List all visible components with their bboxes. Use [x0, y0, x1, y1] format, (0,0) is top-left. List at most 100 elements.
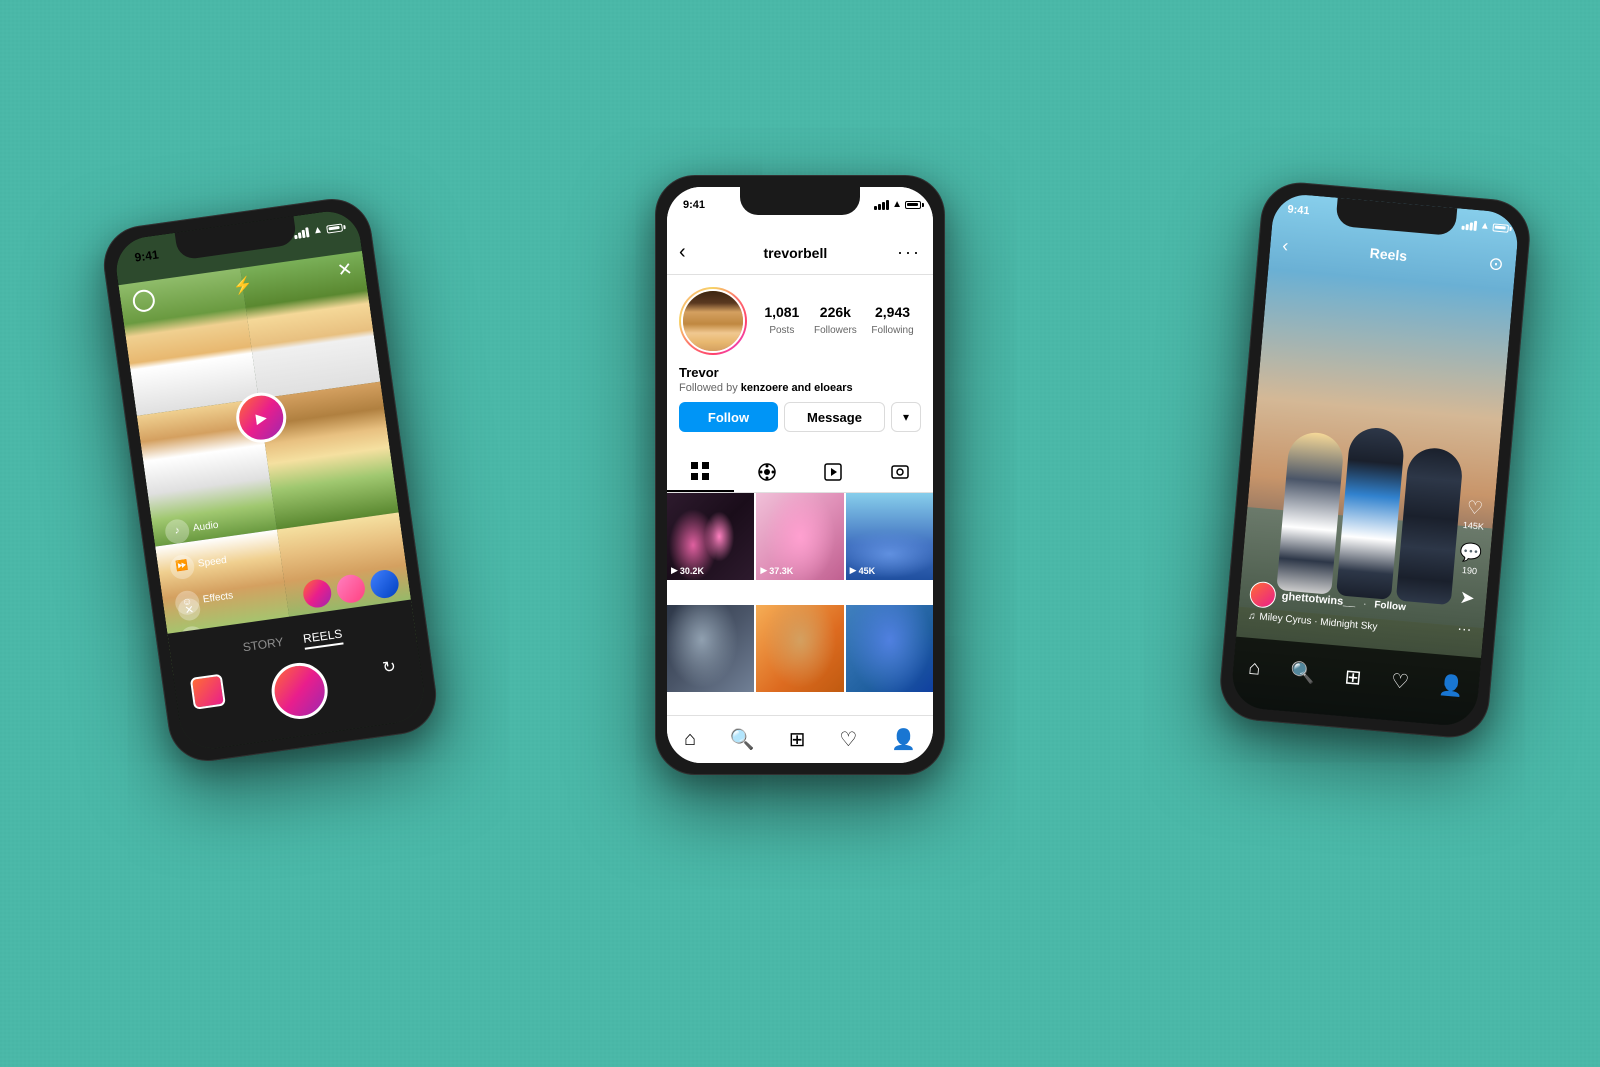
bottom-nav-center: ⌂ 🔍 ⊞ ♡ 👤	[667, 715, 933, 763]
battery-icon-right	[1492, 223, 1509, 232]
stat-following: 2,943 Following	[871, 304, 913, 338]
phone-left: 9:41 ▲	[99, 194, 442, 766]
phone-center-screen: 9:41 ▲	[667, 187, 933, 763]
speed-label: Speed	[197, 555, 227, 570]
search-ring	[131, 288, 156, 313]
grid-item-6[interactable]	[846, 605, 933, 692]
status-icons-center: ▲	[874, 199, 921, 210]
camera-screen: 9:41 ▲	[112, 207, 427, 752]
follow-button[interactable]: Follow	[679, 402, 778, 432]
time-center: 9:41	[683, 199, 705, 211]
nav-home-icon[interactable]: ⌂	[1247, 656, 1261, 680]
tab-reels[interactable]: REELS	[302, 627, 343, 650]
nav-add-icon[interactable]: ⊞	[1344, 664, 1363, 690]
music-note-icon: ♫	[1247, 611, 1255, 623]
phone-center: 9:41 ▲	[655, 175, 945, 775]
battery-icon-center	[905, 201, 921, 209]
following-count: 2,943	[871, 304, 913, 320]
wifi-icon-right: ▲	[1479, 220, 1490, 232]
profile-actions: Follow Message ▾	[679, 402, 921, 432]
grid-item-3[interactable]: ▶ 45K	[846, 493, 933, 580]
like-button[interactable]: ♡ 145K	[1463, 497, 1487, 532]
display-name: Trevor	[679, 365, 921, 380]
flash-icon: ⚡	[231, 275, 254, 298]
profile-grid: ▶ 30.2K ▶ 37.3K ▶ 45K	[667, 493, 933, 715]
dancer-2	[1336, 426, 1406, 600]
gallery-button[interactable]	[190, 674, 226, 710]
camera-cell-2	[240, 251, 380, 399]
grid-item-5[interactable]	[756, 605, 843, 692]
signal-icon-center	[874, 200, 889, 210]
status-icons-right: ▲	[1461, 219, 1509, 234]
more-icon: ···	[1457, 620, 1472, 637]
dancer-3	[1395, 446, 1463, 605]
time-right: 9:41	[1287, 203, 1310, 217]
nav-home-button[interactable]: ⌂	[684, 728, 696, 751]
flip-camera-icon[interactable]: ↻	[372, 650, 406, 684]
tab-reels[interactable]	[734, 452, 801, 492]
nav-heart-icon[interactable]: ♡	[1390, 668, 1410, 694]
play-icon-3: ▶	[850, 565, 857, 576]
close-icon-left[interactable]: ✕	[336, 259, 354, 282]
dropdown-button[interactable]: ▾	[891, 402, 921, 432]
tab-tagged[interactable]	[800, 452, 867, 492]
stat-followers: 226k Followers	[814, 304, 857, 338]
signal-icon-right	[1462, 219, 1478, 230]
profile-username: trevorbell	[694, 245, 897, 261]
profile-tabs	[667, 452, 933, 493]
audio-icon: ♪	[164, 518, 191, 545]
play-icon-1: ▶	[671, 565, 678, 576]
shutter-button[interactable]	[268, 659, 331, 722]
grid-icon	[691, 462, 709, 480]
profile-screen: 9:41 ▲	[667, 187, 933, 763]
nav-search-icon[interactable]: 🔍	[1289, 659, 1316, 686]
speed-control[interactable]: ⏩ Speed	[169, 549, 230, 581]
wifi-icon-center: ▲	[892, 199, 902, 210]
reels-follow-button[interactable]: Follow	[1374, 599, 1407, 613]
reels-dot-sep: ·	[1363, 599, 1367, 609]
reels-username: ghettotwins__	[1281, 590, 1356, 608]
grid-item-2[interactable]: ▶ 37.3K	[756, 493, 843, 580]
back-button[interactable]: ‹	[679, 241, 686, 264]
share-icon: ➤	[1459, 587, 1476, 609]
phones-scene: 9:41 ▲	[0, 0, 1600, 1067]
nav-search-button[interactable]: 🔍	[730, 727, 755, 752]
phone-left-screen: 9:41 ▲	[112, 207, 427, 752]
nav-profile-button[interactable]: 👤	[891, 727, 916, 752]
igtv-icon	[824, 463, 842, 481]
nav-likes-button[interactable]: ♡	[839, 727, 857, 752]
sticker-1	[301, 578, 333, 610]
nav-profile-icon[interactable]: 👤	[1438, 672, 1465, 699]
grid-item-4[interactable]	[667, 605, 754, 692]
tab-grid[interactable]	[667, 452, 734, 492]
phone-right: 9:41 ▲	[1217, 179, 1533, 740]
followed-by-text: Followed by kenzoere and eloears	[679, 382, 921, 394]
sticker-2	[335, 573, 367, 605]
sticker-3	[369, 568, 401, 600]
posts-label: Posts	[769, 325, 794, 336]
speed-icon: ⏩	[169, 553, 196, 580]
profile-nav: ‹ trevorbell ···	[667, 231, 933, 275]
share-button[interactable]: ➤	[1459, 587, 1476, 609]
more-options-button[interactable]: ···	[897, 242, 921, 263]
message-button[interactable]: Message	[784, 402, 885, 432]
grid-item-3-overlay: ▶ 45K	[850, 565, 875, 576]
profile-avatar	[679, 287, 747, 355]
nav-add-button[interactable]: ⊞	[789, 727, 806, 752]
grid-item-1[interactable]: ▶ 30.2K	[667, 493, 754, 580]
comment-button[interactable]: 💬 190	[1458, 542, 1483, 577]
camera-tabs: STORY REELS	[242, 627, 344, 659]
dancer-1	[1276, 430, 1345, 594]
followers-label: Followers	[814, 325, 857, 336]
mentions-icon	[891, 463, 909, 481]
more-button[interactable]: ···	[1457, 620, 1472, 637]
signal-icon-left	[293, 227, 309, 239]
play-icon-2: ▶	[760, 565, 767, 576]
tab-mentions[interactable]	[867, 452, 934, 492]
following-label: Following	[871, 325, 913, 336]
effects-label: Effects	[202, 591, 234, 606]
heart-icon: ♡	[1466, 497, 1484, 519]
reels-icon	[758, 463, 776, 481]
tab-story[interactable]: STORY	[242, 635, 285, 659]
battery-icon-left	[326, 223, 343, 233]
